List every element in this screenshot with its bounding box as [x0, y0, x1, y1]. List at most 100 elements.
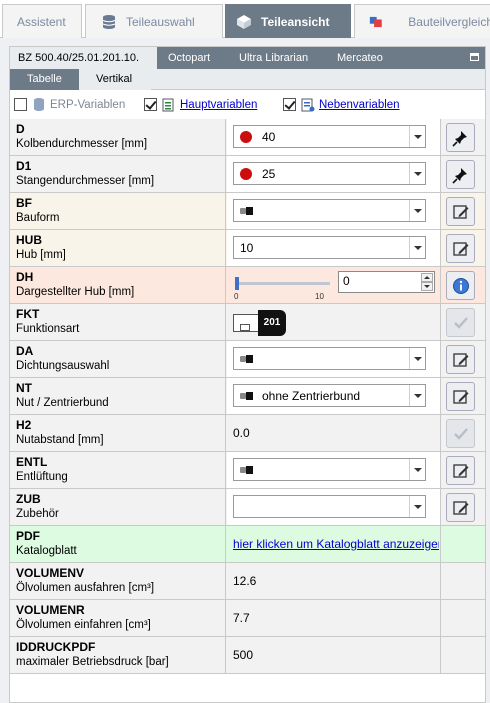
property-action-cell: [442, 415, 485, 451]
edit-icon: [452, 352, 468, 367]
view-tab-bar: Tabelle Vertikal: [10, 69, 485, 90]
edit-icon: [452, 463, 468, 478]
spin-down-icon[interactable]: [421, 282, 433, 291]
property-label-cell: DA Dichtungsauswahl: [10, 341, 226, 377]
property-action-cell: [442, 230, 485, 266]
secondary-checkbox-box[interactable]: [283, 98, 296, 111]
properties-table: D Kolbendurchmesser [mm] 40 D1 Stangendu…: [10, 119, 485, 674]
nut-zentrierbund-dropdown[interactable]: ohne Zentrierbund: [233, 384, 426, 407]
property-value-cell: [227, 452, 441, 488]
tab-tabelle[interactable]: Tabelle: [10, 69, 79, 90]
main-checkbox-box[interactable]: [144, 98, 157, 111]
database-icon: [102, 14, 116, 29]
table-row: HUB Hub [mm] 10: [10, 230, 485, 267]
tab-part-number[interactable]: BZ 500.40/25.01.201.10.: [10, 47, 157, 69]
function-code-badge: 201: [258, 310, 286, 336]
chevron-down-icon[interactable]: [409, 348, 425, 369]
zubehoer-dropdown[interactable]: [233, 495, 426, 518]
chevron-down-icon[interactable]: [409, 496, 425, 517]
dichtungsauswahl-dropdown[interactable]: [233, 347, 426, 370]
slider-thumb[interactable]: [235, 277, 239, 290]
property-action-cell: [442, 267, 485, 303]
property-value-cell: hier klicken um Katalogblatt anzuzeigen: [227, 526, 441, 562]
table-row: NT Nut / Zentrierbund ohne Zentrierbund: [10, 378, 485, 415]
table-row: IDDRUCKPDF maximaler Betriebsdruck [bar]…: [10, 637, 485, 674]
table-row: ZUB Zubehör: [10, 489, 485, 526]
slider-min-label: 0: [234, 292, 239, 301]
hub-dropdown[interactable]: 10: [233, 236, 426, 259]
groove-thumbnail-icon: [240, 391, 254, 400]
info-button[interactable]: [446, 271, 475, 300]
edit-button[interactable]: [446, 234, 475, 263]
property-label-cell: ZUB Zubehör: [10, 489, 226, 525]
checkmark-icon: [453, 427, 468, 440]
function-type-image: 201: [233, 310, 286, 336]
catalog-sheet-link[interactable]: hier klicken um Katalogblatt anzuzeigen: [233, 537, 439, 551]
table-row: H2 Nutabstand [mm] 0.0: [10, 415, 485, 452]
main-variables-checkbox[interactable]: Hauptvariablen: [144, 97, 257, 112]
confirm-button[interactable]: [446, 419, 475, 448]
chevron-down-icon[interactable]: [409, 237, 425, 258]
bauform-dropdown[interactable]: [233, 199, 426, 222]
chevron-down-icon[interactable]: [409, 459, 425, 480]
tab-mercateo[interactable]: Mercateo: [329, 47, 391, 69]
dargestellter-hub-spinbox[interactable]: 0: [338, 271, 435, 293]
stangendurchmesser-dropdown[interactable]: 25: [233, 162, 426, 185]
property-value-cell: [227, 193, 441, 229]
tab-ultra-librarian[interactable]: Ultra Librarian: [231, 47, 316, 69]
pin-button[interactable]: [446, 123, 475, 152]
chevron-down-icon[interactable]: [409, 200, 425, 221]
chevron-down-icon[interactable]: [409, 163, 425, 184]
red-dot-icon: [240, 130, 252, 143]
info-icon: [452, 277, 469, 294]
part-thumbnail-icon: [240, 206, 254, 215]
property-value-cell: 500: [227, 637, 441, 673]
pin-icon: [451, 167, 467, 184]
maximize-icon[interactable]: [470, 53, 479, 61]
tab-bauteilvergleich[interactable]: Bauteilvergleich: [354, 4, 490, 38]
tab-vertikal[interactable]: Vertikal: [79, 69, 151, 90]
variable-filter-bar: ERP-Variablen Hauptvariablen Nebenvariab…: [10, 91, 485, 117]
tab-assistent[interactable]: Assistent: [2, 4, 82, 38]
kolbendurchmesser-dropdown[interactable]: 40: [233, 125, 426, 148]
property-value-cell: ohne Zentrierbund: [227, 378, 441, 414]
property-label-cell: BF Bauform: [10, 193, 226, 229]
edit-button[interactable]: [446, 456, 475, 485]
tab-teileansicht[interactable]: Teileansicht: [225, 4, 351, 38]
edit-button[interactable]: [446, 493, 475, 522]
property-label-cell: DH Dargestellter Hub [mm]: [10, 267, 226, 303]
edit-button[interactable]: [446, 382, 475, 411]
erp-variables-checkbox[interactable]: ERP-Variablen: [14, 97, 125, 112]
table-row: DA Dichtungsauswahl: [10, 341, 485, 378]
edit-button[interactable]: [446, 345, 475, 374]
tab-octopart[interactable]: Octopart: [160, 47, 218, 69]
confirm-button[interactable]: [446, 308, 475, 337]
entlueftung-dropdown[interactable]: [233, 458, 426, 481]
property-action-cell: [442, 119, 485, 155]
secondary-variables-icon: [301, 98, 315, 112]
main-tab-bar: Assistent Teileauswahl Teileansicht Baut…: [0, 0, 490, 38]
checkmark-icon: [453, 316, 468, 329]
erp-checkbox-box[interactable]: [14, 98, 27, 111]
property-action-cell: [442, 156, 485, 192]
property-label-cell: NT Nut / Zentrierbund: [10, 378, 226, 414]
chevron-down-icon[interactable]: [409, 385, 425, 406]
property-action-cell: [442, 193, 485, 229]
edit-button[interactable]: [446, 197, 475, 226]
tab-teileauswahl[interactable]: Teileauswahl: [85, 4, 223, 38]
property-value-cell: 40: [227, 119, 441, 155]
property-value-cell: 201: [227, 304, 441, 340]
property-label-cell: ENTL Entlüftung: [10, 452, 226, 488]
secondary-variables-checkbox[interactable]: Nebenvariablen: [283, 97, 400, 112]
pin-button[interactable]: [446, 160, 475, 189]
pin-icon: [451, 130, 467, 147]
table-row: VOLUMENR Ölvolumen einfahren [cm³] 7.7: [10, 600, 485, 637]
property-label-cell: VOLUMENV Ölvolumen ausfahren [cm³]: [10, 563, 226, 599]
property-label-cell: D1 Stangendurchmesser [mm]: [10, 156, 226, 192]
spin-up-icon[interactable]: [421, 273, 433, 282]
edit-icon: [452, 204, 468, 219]
slider-track: [235, 282, 330, 285]
property-label-cell: D Kolbendurchmesser [mm]: [10, 119, 226, 155]
chevron-down-icon[interactable]: [409, 126, 425, 147]
parts-panel: BZ 500.40/25.01.201.10. Octopart Ultra L…: [9, 46, 486, 703]
